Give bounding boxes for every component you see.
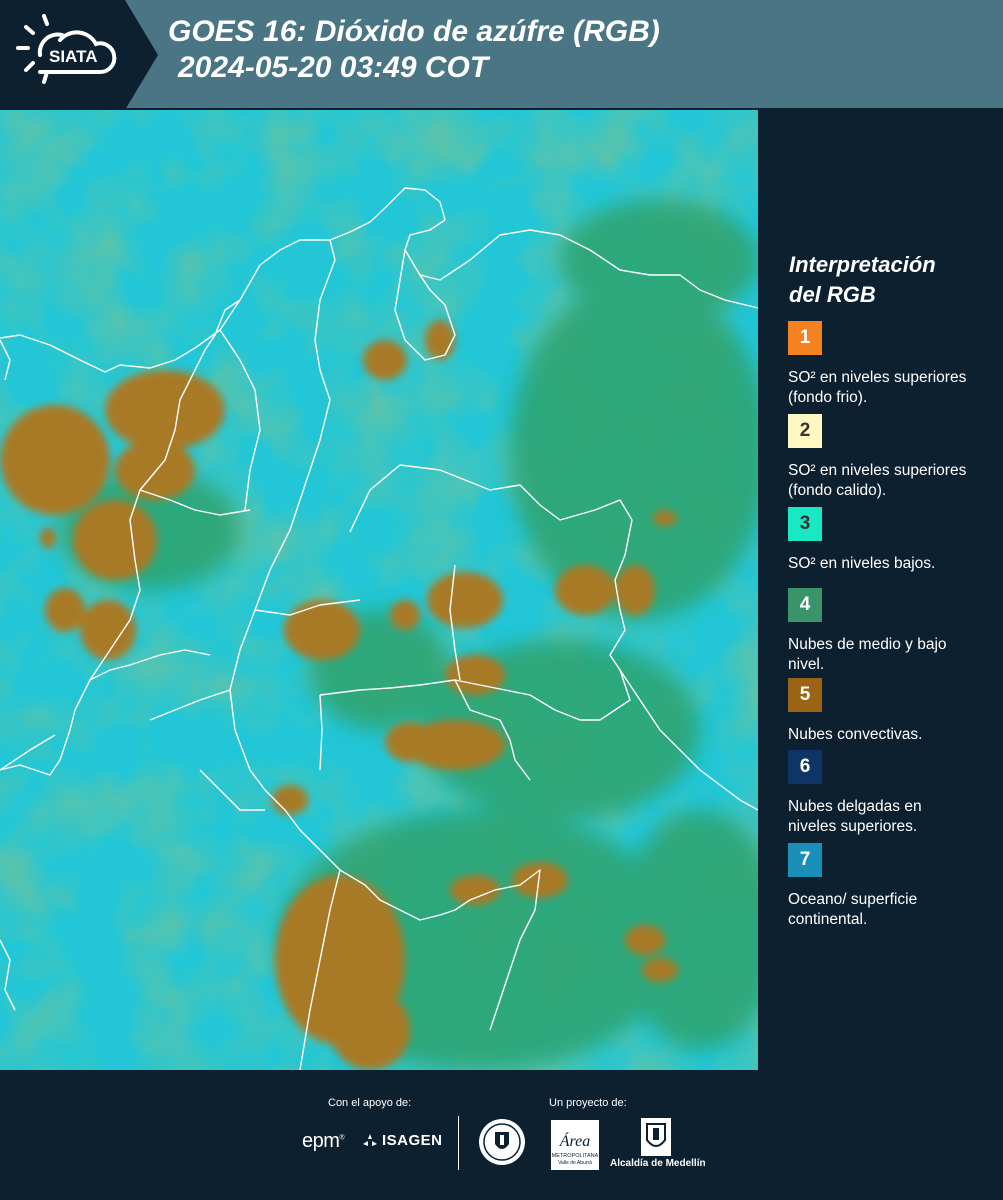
footer-divider bbox=[458, 1116, 459, 1170]
legend-swatch: 3 bbox=[788, 507, 822, 541]
isagen-icon bbox=[363, 1133, 377, 1146]
legend-swatch: 7 bbox=[788, 843, 822, 877]
svg-text:METROPOLITANA: METROPOLITANA bbox=[552, 1153, 599, 1159]
epm-logo: epm® bbox=[302, 1130, 345, 1152]
footer: Con el apoyo de: Un proyecto de: epm® IS… bbox=[0, 1070, 1003, 1200]
alcaldia-label: Alcaldía de Medellín bbox=[610, 1158, 706, 1169]
header: SIATA GOES 16: Dióxido de azúfre (RGB) 2… bbox=[0, 0, 1003, 110]
area-metropolitana-logo: Área METROPOLITANA Valle de Aburrá bbox=[551, 1120, 599, 1170]
satellite-map[interactable] bbox=[0, 110, 758, 1070]
legend-panel: Interpretación del RGB 1 SO² en niveles … bbox=[758, 110, 1003, 1070]
legend-item-3: 3 SO² en niveles bajos. bbox=[788, 507, 988, 574]
title-line-2: 2024-05-20 03:49 COT bbox=[178, 51, 489, 84]
legend-item-1: 1 SO² en niveles superiores (fondo frio)… bbox=[788, 321, 988, 408]
satellite-image bbox=[0, 110, 758, 1070]
legend-label: SO² en niveles bajos. bbox=[788, 555, 936, 572]
project-caption: Un proyecto de: bbox=[549, 1097, 627, 1109]
legend-label: Oceano/ superficie continental. bbox=[788, 891, 918, 928]
support-caption: Con el apoyo de: bbox=[328, 1097, 412, 1109]
logo-panel: SIATA bbox=[0, 0, 158, 110]
legend-swatch: 4 bbox=[788, 588, 822, 622]
legend-label: SO² en niveles superiores (fondo frio). bbox=[788, 369, 967, 406]
isagen-logo: ISAGEN bbox=[362, 1132, 443, 1149]
medellin-seal-icon bbox=[479, 1119, 525, 1165]
legend-label: Nubes convectivas. bbox=[788, 726, 923, 743]
legend-swatch: 1 bbox=[788, 321, 822, 355]
legend-swatch: 5 bbox=[788, 678, 822, 712]
legend-label: Nubes de medio y bajo nivel. bbox=[788, 636, 947, 673]
title-line-1: GOES 16: Dióxido de azúfre (RGB) bbox=[168, 15, 660, 48]
legend-label: Nubes delgadas en niveles superiores. bbox=[788, 798, 922, 835]
svg-text:Área: Área bbox=[559, 1131, 591, 1150]
legend-label: SO² en niveles superiores (fondo calido)… bbox=[788, 462, 967, 499]
legend-item-4: 4 Nubes de medio y bajo nivel. bbox=[788, 588, 988, 675]
legend-swatch: 2 bbox=[788, 414, 822, 448]
siata-logo-text: SIATA bbox=[49, 47, 97, 66]
legend-item-2: 2 SO² en niveles superiores (fondo calid… bbox=[788, 414, 988, 501]
legend-item-6: 6 Nubes delgadas en niveles superiores. bbox=[788, 750, 988, 837]
svg-text:Valle de Aburrá: Valle de Aburrá bbox=[558, 1160, 592, 1166]
alcaldia-coat-of-arms-icon bbox=[641, 1118, 671, 1156]
legend-title: Interpretación del RGB bbox=[789, 252, 936, 307]
legend-item-5: 5 Nubes convectivas. bbox=[788, 678, 988, 745]
legend-swatch: 6 bbox=[788, 750, 822, 784]
legend-item-7: 7 Oceano/ superficie continental. bbox=[788, 843, 988, 930]
page-title: GOES 16: Dióxido de azúfre (RGB) 2024-05… bbox=[168, 14, 660, 86]
